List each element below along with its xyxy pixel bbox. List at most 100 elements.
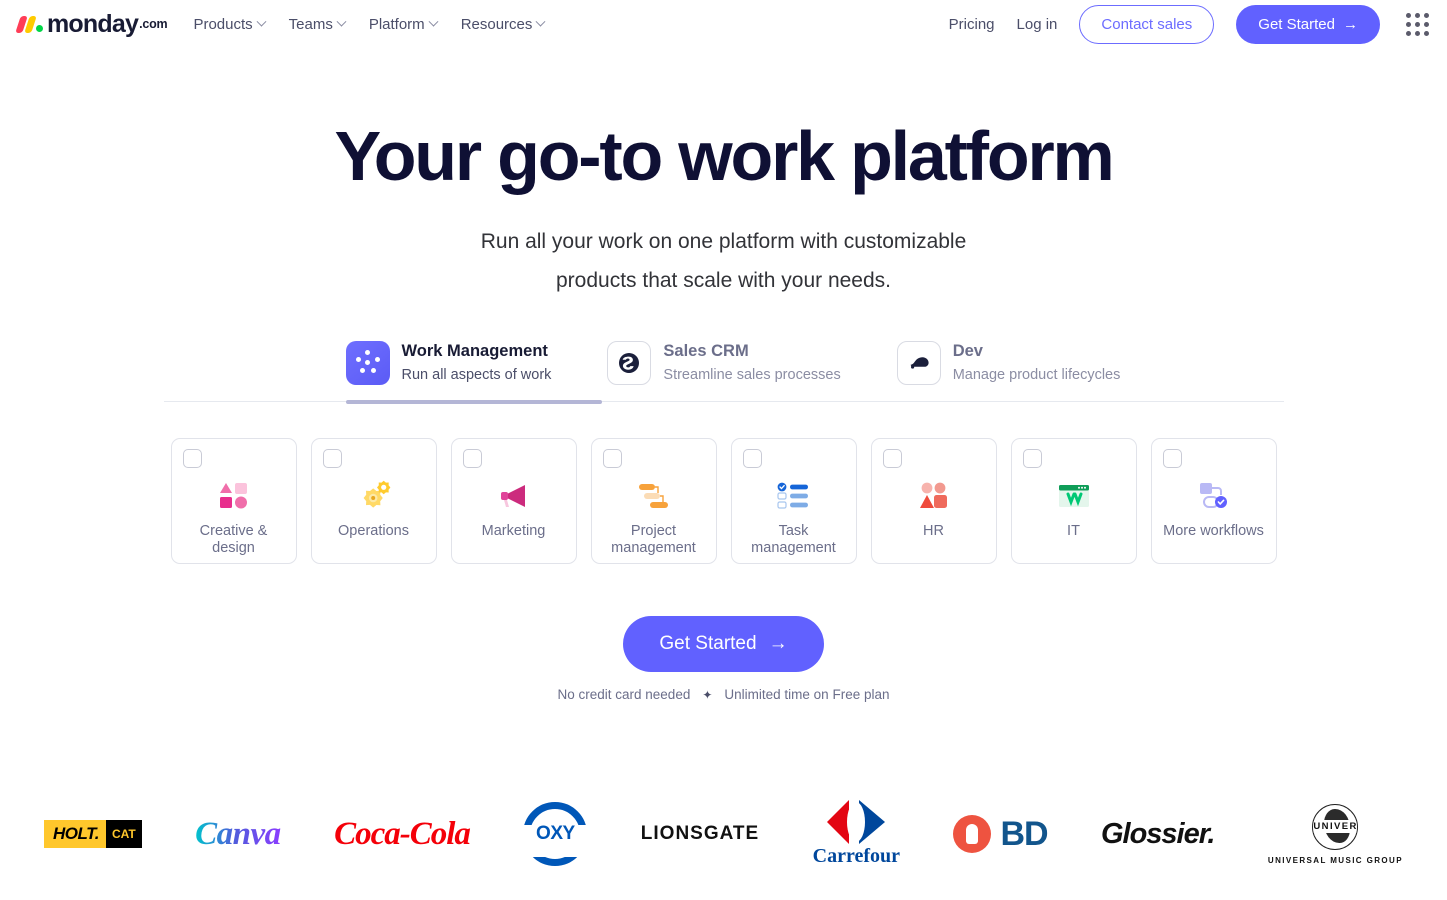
arrow-right-icon: →: [1343, 15, 1358, 33]
active-tab-underline: [345, 400, 602, 405]
logo-holt-cat: HOLT. CAT: [44, 794, 142, 874]
hero-subtitle-line-2: products that scale with your needs.: [555, 269, 891, 293]
bd-mark: [953, 815, 992, 854]
work-management-icon: [345, 341, 390, 386]
workflow-card-marketing[interactable]: Marketing: [450, 438, 577, 565]
dev-icon: [896, 341, 941, 386]
tab-sales-crm[interactable]: Sales CRM Streamline sales processes: [607, 335, 866, 401]
monday-logo-tld: .com: [139, 17, 168, 31]
project-management-icon: [633, 475, 675, 517]
site-header: monday .com Products Teams Platform Reso…: [0, 0, 1447, 48]
workflow-card-label: More workflows: [1163, 523, 1264, 540]
tab-title: Sales CRM: [663, 342, 749, 361]
canva-wordmark: Canva: [195, 815, 281, 852]
get-started-cta-button[interactable]: Get Started →: [623, 616, 824, 673]
contact-sales-button[interactable]: Contact sales: [1079, 4, 1215, 44]
logo-carrefour: Carrefour: [813, 794, 900, 874]
chevron-down-icon: [428, 16, 439, 27]
lionsgate-wordmark: LIONSGATE: [640, 823, 760, 845]
workflow-checkbox[interactable]: [882, 449, 902, 469]
coca-cola-wordmark: Coca-Cola: [334, 815, 471, 852]
hero-subtitle: Run all your work on one platform with c…: [0, 222, 1447, 302]
sales-crm-icon: [607, 341, 652, 386]
workflow-card-label: IT: [1067, 523, 1080, 540]
header-actions: Pricing Log in Contact sales Get Started…: [949, 4, 1429, 44]
logo-lionsgate: LIONSGATE: [641, 794, 759, 874]
workflow-checkbox[interactable]: [1162, 449, 1182, 469]
workflow-checkbox[interactable]: [742, 449, 762, 469]
monday-logo[interactable]: monday .com: [15, 9, 168, 38]
hr-icon: [913, 475, 955, 517]
get-started-label: Get Started: [1258, 15, 1335, 33]
workflow-checkbox[interactable]: [1022, 449, 1042, 469]
tab-work-management[interactable]: Work Management Run all aspects of work: [345, 335, 578, 401]
tab-desc: Manage product lifecycles: [952, 366, 1121, 383]
task-management-icon: [773, 475, 815, 517]
workflow-card-more-workflows[interactable]: More workflows: [1150, 438, 1277, 565]
workflow-card-hr[interactable]: HR: [870, 438, 997, 565]
customer-logos: HOLT. CAT Canva Coca-Cola OXY LIONSGATE …: [0, 794, 1447, 874]
hero-subtitle-line-1: Run all your work on one platform with c…: [480, 229, 967, 253]
tabs-divider: [163, 400, 1284, 405]
get-started-header-button[interactable]: Get Started →: [1236, 4, 1380, 44]
monday-logo-mark: [15, 15, 43, 33]
nav-item-products[interactable]: Products: [193, 15, 267, 33]
logo-glossier: Glossier.: [1101, 794, 1216, 874]
tab-desc: Run all aspects of work: [401, 366, 552, 383]
marketing-icon: [493, 475, 535, 517]
product-tabs: Work Management Run all aspects of work …: [164, 335, 1284, 401]
workflow-checkbox[interactable]: [602, 449, 622, 469]
login-link[interactable]: Log in: [1017, 16, 1058, 33]
logo-coca-cola: Coca-Cola: [334, 794, 471, 874]
more-workflows-icon: [1193, 475, 1235, 517]
workflow-cards: Creative & design Operations Marketing P…: [0, 438, 1447, 565]
monday-logo-word: monday: [47, 9, 139, 38]
arrow-right-icon: →: [768, 633, 788, 655]
bd-wordmark: BD: [1000, 814, 1048, 853]
universal-music-group-label: UNIVERSAL MUSIC GROUP: [1267, 855, 1403, 865]
workflow-card-label: Task management: [751, 523, 836, 556]
pricing-link[interactable]: Pricing: [949, 16, 995, 33]
hero-section: Your go-to work platform Run all your wo…: [0, 117, 1447, 302]
tab-title: Work Management: [401, 342, 548, 361]
workflow-checkbox[interactable]: [182, 449, 202, 469]
workflow-checkbox[interactable]: [322, 449, 342, 469]
it-icon: [1053, 475, 1095, 517]
workflow-card-label: Operations: [338, 523, 409, 540]
carrefour-wordmark: Carrefour: [812, 845, 901, 868]
chevron-down-icon: [336, 16, 347, 27]
nav-item-resources[interactable]: Resources: [461, 16, 546, 33]
cta-note-right: Unlimited time on Free plan: [724, 687, 890, 703]
workflow-card-label: Creative & design: [199, 523, 268, 556]
logo-dot-green: [36, 25, 43, 32]
logo-bd: BD: [953, 794, 1049, 874]
workflow-card-project-management[interactable]: Project management: [590, 438, 717, 565]
workflow-card-it[interactable]: IT: [1010, 438, 1137, 565]
logo-oxy: OXY: [522, 794, 589, 874]
holt-wordmark: HOLT.: [44, 820, 106, 849]
cta-note-left: No credit card needed: [557, 687, 691, 703]
universal-globe-icon: UNIVERSAL: [1312, 803, 1359, 850]
workflow-card-label: HR: [923, 523, 944, 540]
nav-item-label: Products: [193, 15, 253, 33]
tab-dev[interactable]: Dev Manage product lifecycles: [896, 335, 1147, 401]
operations-icon: [353, 475, 395, 517]
workflow-card-label: Project management: [611, 523, 696, 556]
workflow-card-operations[interactable]: Operations: [310, 438, 437, 565]
cta-label: Get Started: [659, 633, 757, 655]
nav-item-platform[interactable]: Platform: [369, 16, 439, 33]
creative-design-icon: [213, 475, 255, 517]
workflow-card-creative-design[interactable]: Creative & design: [170, 438, 297, 565]
nav-item-teams[interactable]: Teams: [289, 16, 347, 33]
universal-wordmark: UNIVERSAL: [1313, 820, 1358, 834]
sparkle-icon: ✦: [702, 687, 713, 702]
cta-section: Get Started → No credit card needed ✦ Un…: [0, 616, 1447, 702]
tab-desc: Streamline sales processes: [663, 366, 841, 383]
tab-title: Dev: [952, 342, 983, 361]
carrefour-mark: [825, 800, 887, 845]
workflow-checkbox[interactable]: [462, 449, 482, 469]
apps-grid-icon[interactable]: [1406, 12, 1429, 36]
workflow-card-task-management[interactable]: Task management: [730, 438, 857, 565]
page-title: Your go-to work platform: [334, 117, 1114, 195]
chevron-down-icon: [256, 16, 267, 27]
